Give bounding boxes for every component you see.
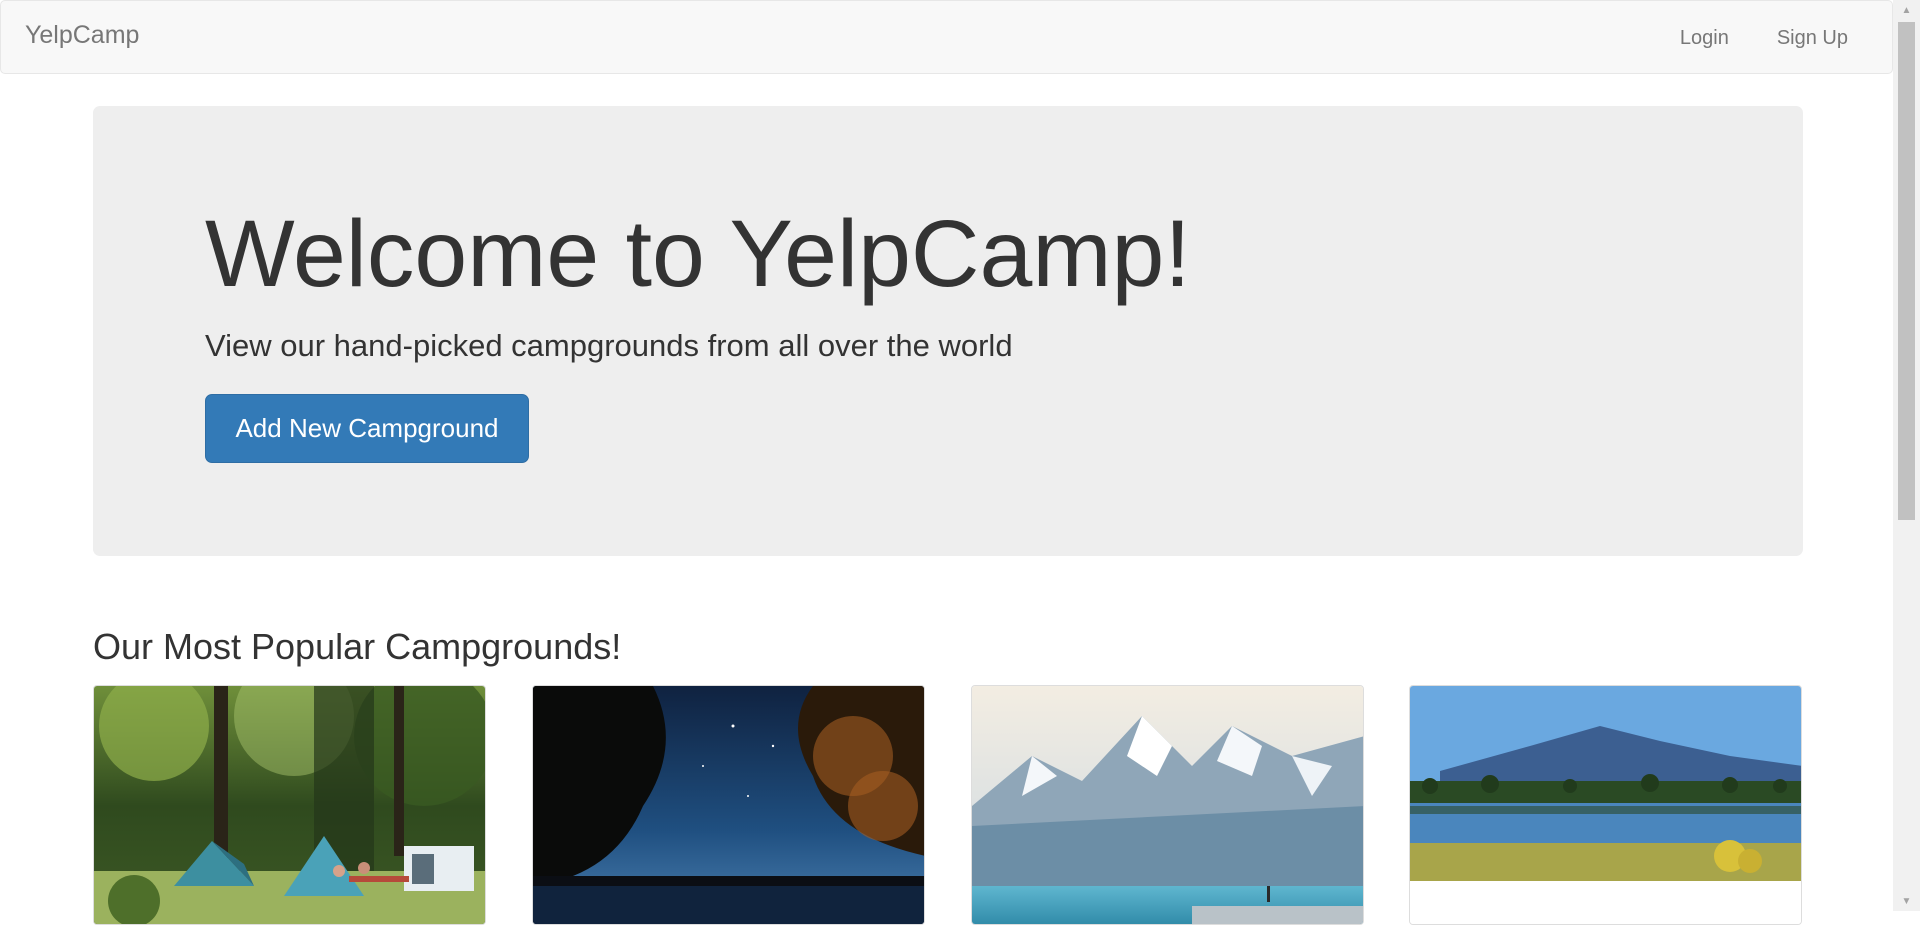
scroll-thumb[interactable] (1898, 22, 1915, 520)
popular-campgrounds-heading: Our Most Popular Campgrounds! (93, 626, 622, 667)
add-new-campground-button[interactable]: Add New Campground (205, 394, 529, 463)
nav-right: Login Sign Up (1656, 1, 1892, 75)
jumbotron: Welcome to YelpCamp! View our hand-picke… (93, 106, 1803, 556)
forest-campsite-tents-photo (94, 686, 485, 924)
signup-link[interactable]: Sign Up (1753, 1, 1892, 75)
campground-card[interactable] (971, 685, 1364, 925)
navbar: YelpCamp Login Sign Up (0, 0, 1893, 74)
campground-card[interactable] (93, 685, 486, 925)
night-sky-lake-trees-photo (533, 686, 924, 924)
page-subtitle: View our hand-picked campgrounds from al… (205, 328, 1013, 363)
glacier-lake-mountains-photo (972, 686, 1363, 924)
login-link[interactable]: Login (1656, 1, 1753, 75)
vertical-scrollbar[interactable]: ▲ ▼ (1893, 0, 1920, 911)
brand-link[interactable]: YelpCamp (25, 21, 139, 50)
campground-card[interactable] (1409, 685, 1802, 925)
mountain-lake-reflection-photo (1410, 686, 1801, 924)
campground-card[interactable] (532, 685, 925, 925)
scroll-up-arrow-icon[interactable]: ▲ (1893, 0, 1920, 20)
page-title: Welcome to YelpCamp! (205, 201, 1191, 307)
scroll-down-arrow-icon[interactable]: ▼ (1893, 891, 1920, 911)
